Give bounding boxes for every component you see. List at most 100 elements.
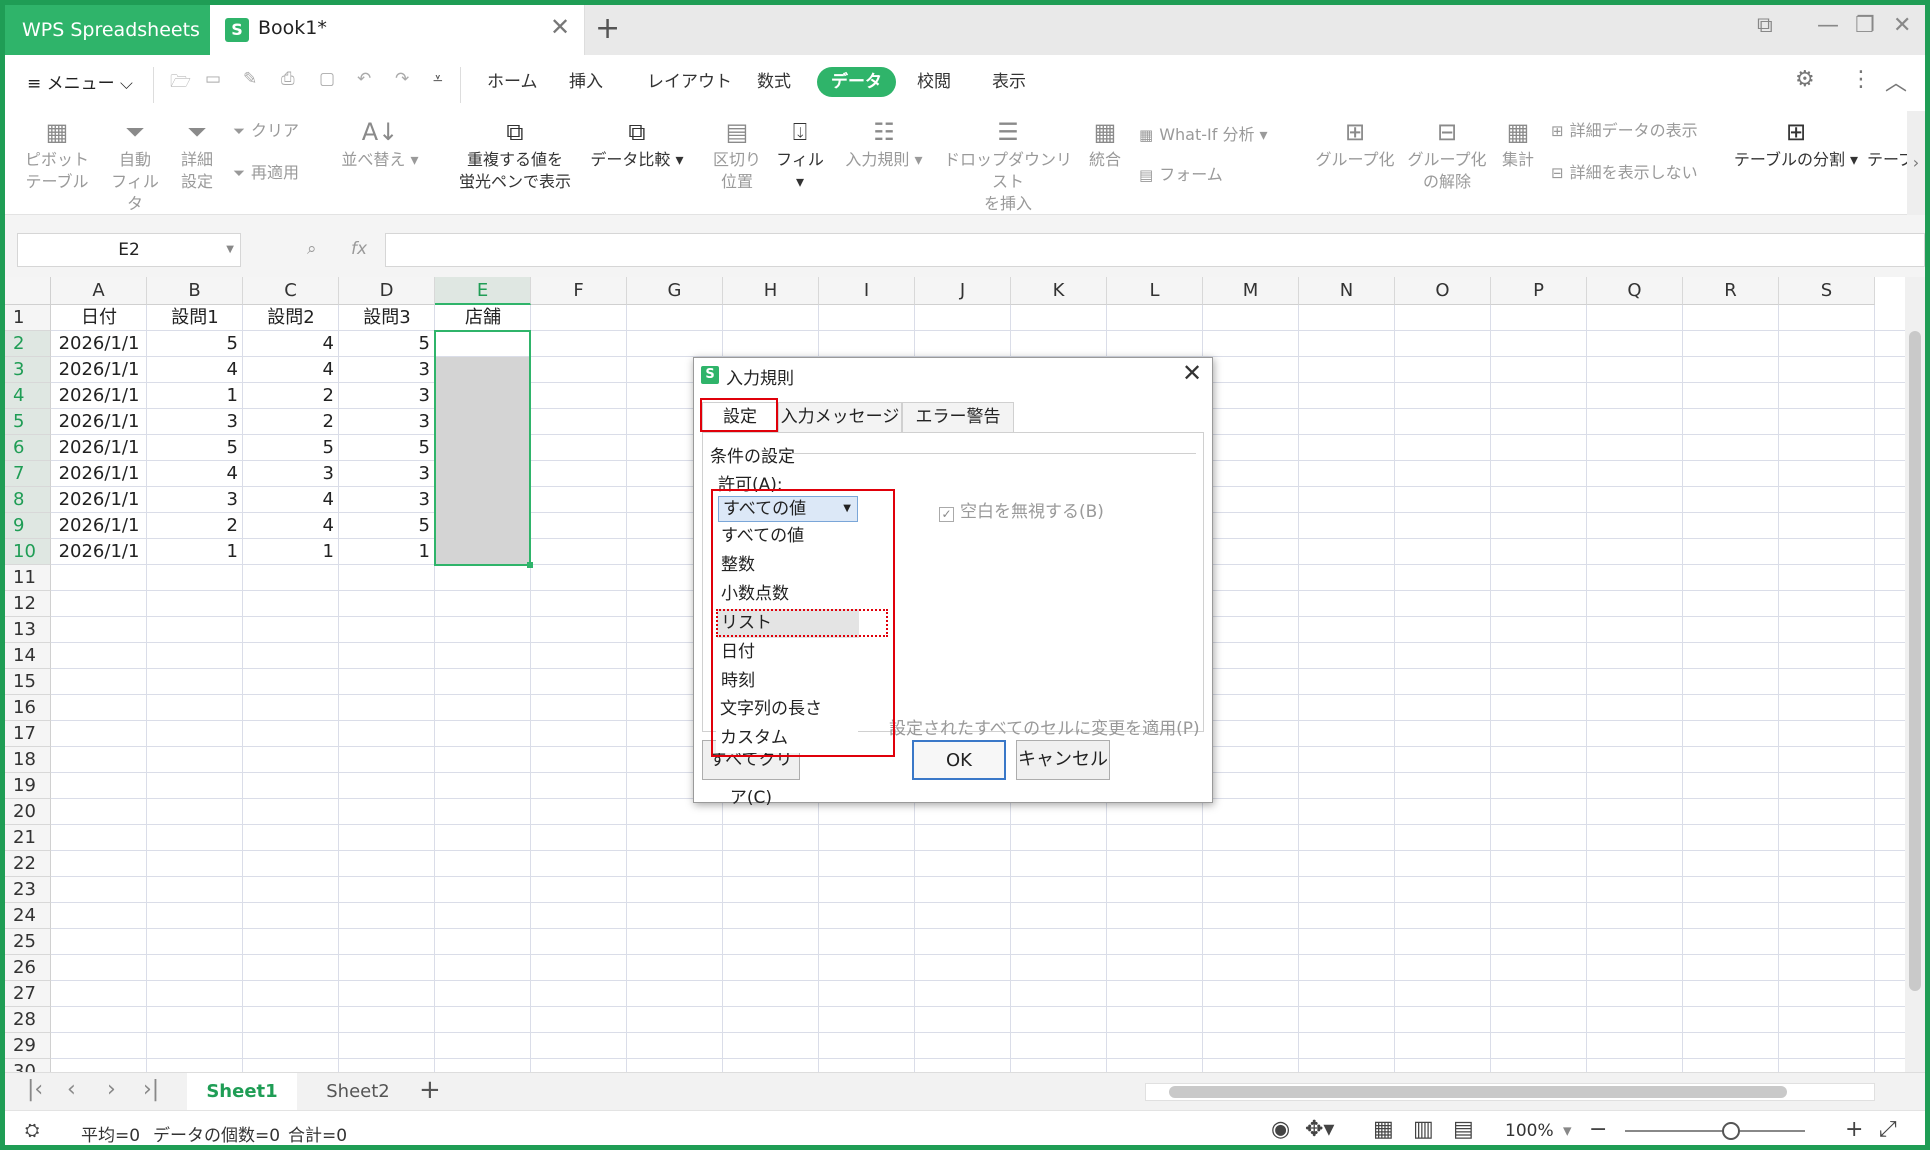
fullscreen-icon[interactable]: ⤢ — [1879, 1117, 1897, 1142]
option-custom[interactable]: カスタム — [716, 724, 858, 753]
prev-sheet-icon[interactable]: ‹ — [67, 1077, 76, 1102]
fill-button[interactable]: ⍗ フィル ▾ — [771, 119, 829, 193]
data-cell[interactable]: 5 — [147, 331, 243, 357]
option-text-length[interactable]: 文字列の長さ — [716, 695, 858, 724]
show-detail-button[interactable]: ⊞ 詳細データの表示 — [1551, 117, 1698, 141]
data-cell[interactable]: 2026/1/1 — [51, 539, 147, 565]
row-header-5[interactable]: 5 — [5, 409, 51, 435]
header-cell-e[interactable]: 店舗 — [435, 305, 531, 331]
row-header-10[interactable]: 10 — [5, 539, 51, 565]
column-header-i[interactable]: I — [819, 277, 915, 305]
autofilter-button[interactable]: ⏷ 自動 フィルタ — [105, 119, 165, 215]
next-sheet-icon[interactable]: › — [107, 1077, 116, 1102]
column-header-n[interactable]: N — [1299, 277, 1395, 305]
column-header-h[interactable]: H — [723, 277, 819, 305]
row-header-3[interactable]: 3 — [5, 357, 51, 383]
row-header-4[interactable]: 4 — [5, 383, 51, 409]
first-sheet-icon[interactable]: |‹ — [27, 1077, 43, 1102]
data-cell[interactable]: 1 — [339, 539, 435, 565]
data-cell[interactable]: 2026/1/1 — [51, 331, 147, 357]
close-window-icon[interactable]: ✕ — [1893, 13, 1911, 38]
data-cell[interactable]: 5 — [147, 435, 243, 461]
print-icon[interactable]: ⎙ — [281, 69, 295, 89]
data-cell[interactable]: 5 — [243, 435, 339, 461]
chevron-down-icon[interactable]: ▼ — [226, 234, 234, 266]
data-cell[interactable]: 4 — [243, 513, 339, 539]
sheet-tab-sheet1[interactable]: Sheet1 — [187, 1073, 297, 1110]
tab-error-alert[interactable]: エラー警告 — [902, 402, 1014, 432]
zoom-dropdown-icon[interactable]: ▾ — [1563, 1121, 1572, 1141]
clear-filter-button[interactable]: ⏷ クリア — [233, 117, 299, 141]
data-cell[interactable]: 1 — [243, 539, 339, 565]
print-preview-icon[interactable]: ▢ — [319, 69, 335, 89]
freeze-icon[interactable]: ✥▾ — [1305, 1117, 1334, 1142]
row-header-16[interactable]: 16 — [5, 695, 51, 721]
data-cell[interactable]: 2026/1/1 — [51, 435, 147, 461]
row-header-26[interactable]: 26 — [5, 955, 51, 981]
save-icon[interactable]: ▭ — [205, 69, 221, 89]
tab-layout[interactable]: レイアウト — [633, 67, 746, 97]
row-header-29[interactable]: 29 — [5, 1033, 51, 1059]
data-cell[interactable]: 4 — [243, 331, 339, 357]
text-to-columns-button[interactable]: ▤ 区切り 位置 — [709, 119, 765, 193]
app-name-tab[interactable]: WPS Spreadsheets — [5, 5, 210, 55]
ungroup-button[interactable]: ⊟ グループ化 の解除 — [1405, 119, 1489, 193]
row-header-17[interactable]: 17 — [5, 721, 51, 747]
data-cell[interactable]: 2026/1/1 — [51, 487, 147, 513]
document-tab[interactable]: S Book1* ✕ — [210, 5, 585, 55]
table-more-button[interactable]: テーブ — [1867, 149, 1907, 171]
row-header-27[interactable]: 27 — [5, 981, 51, 1007]
zoom-out-icon[interactable]: − — [1589, 1117, 1607, 1142]
data-cell[interactable]: 3 — [147, 487, 243, 513]
column-header-o[interactable]: O — [1395, 277, 1491, 305]
data-cell[interactable]: 3 — [339, 461, 435, 487]
tab-settings[interactable]: 設定 — [702, 402, 778, 433]
zoom-slider-knob[interactable] — [1722, 1122, 1740, 1140]
vertical-scrollbar[interactable] — [1905, 277, 1925, 1072]
tab-insert[interactable]: 挿入 — [555, 67, 617, 97]
row-header-21[interactable]: 21 — [5, 825, 51, 851]
column-header-b[interactable]: B — [147, 277, 243, 305]
data-cell[interactable]: 2 — [243, 409, 339, 435]
option-decimal[interactable]: 小数点数 — [717, 580, 859, 609]
data-cell[interactable]: 5 — [339, 331, 435, 357]
function-icon[interactable]: fx — [351, 239, 367, 259]
row-header-25[interactable]: 25 — [5, 929, 51, 955]
row-header-15[interactable]: 15 — [5, 669, 51, 695]
window-layout-icon[interactable]: ⧉ — [1757, 13, 1773, 38]
h-scroll-thumb[interactable] — [1169, 1086, 1787, 1098]
tab-input-message[interactable]: 入力メッセージ — [778, 402, 902, 432]
option-any-value[interactable]: すべての値 — [717, 522, 859, 551]
data-cell[interactable]: 3 — [147, 409, 243, 435]
option-time[interactable]: 時刻 — [717, 667, 859, 696]
close-tab-icon[interactable]: ✕ — [550, 13, 570, 41]
column-header-c[interactable]: C — [243, 277, 339, 305]
table-split-button[interactable]: ⊞ テーブルの分割 ▾ — [1731, 119, 1861, 171]
column-header-q[interactable]: Q — [1587, 277, 1683, 305]
ok-button[interactable]: OK — [912, 740, 1006, 780]
header-cell-d[interactable]: 設問3 — [339, 305, 435, 331]
data-compare-button[interactable]: ⧉ データ比較 ▾ — [587, 119, 687, 171]
tab-home[interactable]: ホーム — [473, 67, 552, 97]
restore-icon[interactable]: ❐ — [1855, 13, 1875, 38]
sort-button[interactable]: A↓ 並べ替え ▾ — [337, 119, 423, 171]
chevron-down-icon[interactable]: ▼ — [843, 497, 851, 521]
row-header-7[interactable]: 7 — [5, 461, 51, 487]
redo-icon[interactable]: ↷ — [395, 69, 409, 89]
tab-view[interactable]: 表示 — [978, 67, 1040, 97]
what-if-button[interactable]: ▦ What-If 分析 ▾ — [1139, 121, 1268, 145]
column-header-k[interactable]: K — [1011, 277, 1107, 305]
data-cell[interactable]: 3 — [339, 487, 435, 513]
ribbon-scroll-right-icon[interactable]: › — [1907, 111, 1925, 215]
column-header-f[interactable]: F — [531, 277, 627, 305]
group-button[interactable]: ⊞ グループ化 — [1313, 119, 1397, 171]
row-header-1[interactable]: 1 — [5, 305, 51, 331]
column-header-e[interactable]: E — [435, 277, 531, 305]
data-cell[interactable]: 4 — [147, 357, 243, 383]
row-header-28[interactable]: 28 — [5, 1007, 51, 1033]
row-header-9[interactable]: 9 — [5, 513, 51, 539]
row-header-11[interactable]: 11 — [5, 565, 51, 591]
option-whole-number[interactable]: 整数 — [717, 551, 859, 580]
row-header-14[interactable]: 14 — [5, 643, 51, 669]
row-header-6[interactable]: 6 — [5, 435, 51, 461]
